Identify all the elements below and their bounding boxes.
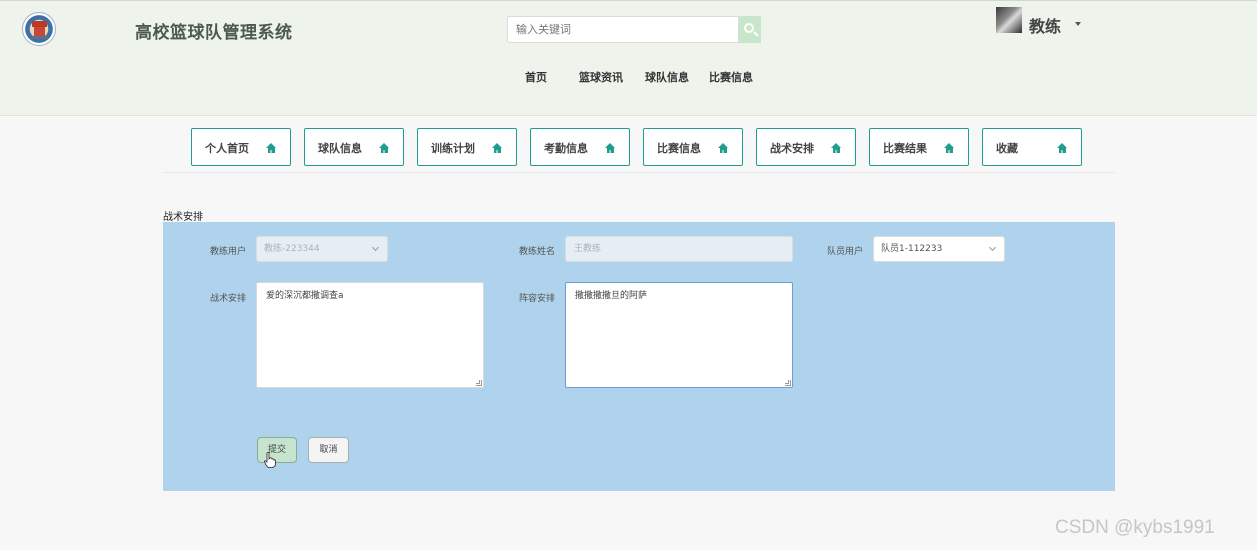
logo-icon (22, 12, 56, 46)
main-nav: 首页 篮球资讯 球队信息 比赛信息 (0, 69, 1257, 85)
tab-personal-home[interactable]: 个人首页 (191, 128, 291, 166)
coach-name-label: 教练姓名 (519, 247, 556, 257)
player-user-select[interactable]: 队员1-112233 (873, 236, 1005, 262)
player-user-value: 队员1-112233 (881, 244, 943, 254)
coach-user-value: 教练-223344 (264, 244, 320, 254)
coach-name-value: 王教练 (574, 244, 602, 254)
home-icon (831, 143, 841, 153)
player-user-label: 队员用户 (827, 247, 864, 257)
tactics-textarea[interactable]: 爱的深沉都撒调查a (256, 282, 484, 388)
tab-tactics[interactable]: 战术安排 (756, 128, 856, 166)
tactics-label: 战术安排 (210, 294, 247, 304)
hand-cursor-icon (264, 452, 276, 468)
tactics-value: 爱的深沉都撒调查a (266, 291, 344, 301)
tab-label: 个人首页 (205, 142, 249, 155)
tab-label: 球队信息 (318, 142, 362, 155)
home-icon (379, 143, 389, 153)
coach-user-label: 教练用户 (210, 247, 247, 257)
top-header: 高校篮球队管理系统 教练 首页 篮球资讯 球队信息 比赛信息 (0, 1, 1257, 116)
coach-user-select: 教练-223344 (256, 236, 388, 262)
chevron-down-icon[interactable] (1075, 22, 1081, 26)
tab-label: 比赛结果 (883, 142, 927, 155)
module-tabs: 个人首页 球队信息 训练计划 考勤信息 比赛信息 战术安排 比赛结果 收藏 (163, 128, 1115, 173)
home-icon (492, 143, 502, 153)
search-button[interactable] (739, 16, 761, 43)
user-name[interactable]: 教练 (1029, 13, 1061, 37)
search-input[interactable] (507, 16, 739, 43)
nav-item-news[interactable]: 篮球资讯 (579, 69, 623, 85)
home-icon (718, 143, 728, 153)
tab-label: 收藏 (996, 142, 1018, 155)
tab-training-plan[interactable]: 训练计划 (417, 128, 517, 166)
tab-favorites[interactable]: 收藏 (982, 128, 1082, 166)
resize-handle-icon[interactable] (785, 380, 791, 386)
home-icon (605, 143, 615, 153)
watermark: CSDN @kybs1991 (1055, 517, 1215, 538)
tab-attendance[interactable]: 考勤信息 (530, 128, 630, 166)
section-title: 战术安排 (163, 212, 203, 223)
app-title: 高校篮球队管理系统 (135, 23, 293, 43)
resize-handle-icon[interactable] (476, 380, 482, 386)
chevron-down-icon (988, 243, 997, 252)
avatar[interactable] (996, 7, 1022, 33)
nav-item-home[interactable]: 首页 (525, 69, 547, 85)
tab-label: 考勤信息 (544, 142, 588, 155)
lineup-value: 撒撒撒撒旦的阿萨 (575, 291, 648, 301)
nav-item-match-info[interactable]: 比赛信息 (709, 69, 753, 85)
home-icon (266, 143, 276, 153)
nav-item-team-info[interactable]: 球队信息 (645, 69, 689, 85)
coach-name-field: 王教练 (565, 236, 793, 262)
page: 高校篮球队管理系统 教练 首页 篮球资讯 球队信息 比赛信息 个人首页 球队信息… (0, 0, 1257, 550)
tab-match-results[interactable]: 比赛结果 (869, 128, 969, 166)
tab-label: 比赛信息 (657, 142, 701, 155)
home-icon (1057, 143, 1067, 153)
chevron-down-icon (371, 243, 380, 252)
tab-team-info[interactable]: 球队信息 (304, 128, 404, 166)
lineup-textarea[interactable]: 撒撒撒撒旦的阿萨 (565, 282, 793, 388)
tab-label: 训练计划 (431, 142, 475, 155)
tab-label: 战术安排 (770, 142, 814, 155)
submit-button[interactable]: 提交 (257, 437, 297, 463)
cancel-button[interactable]: 取消 (308, 437, 349, 463)
home-icon (944, 143, 954, 153)
lineup-label: 阵容安排 (519, 294, 556, 304)
tab-match-info[interactable]: 比赛信息 (643, 128, 743, 166)
